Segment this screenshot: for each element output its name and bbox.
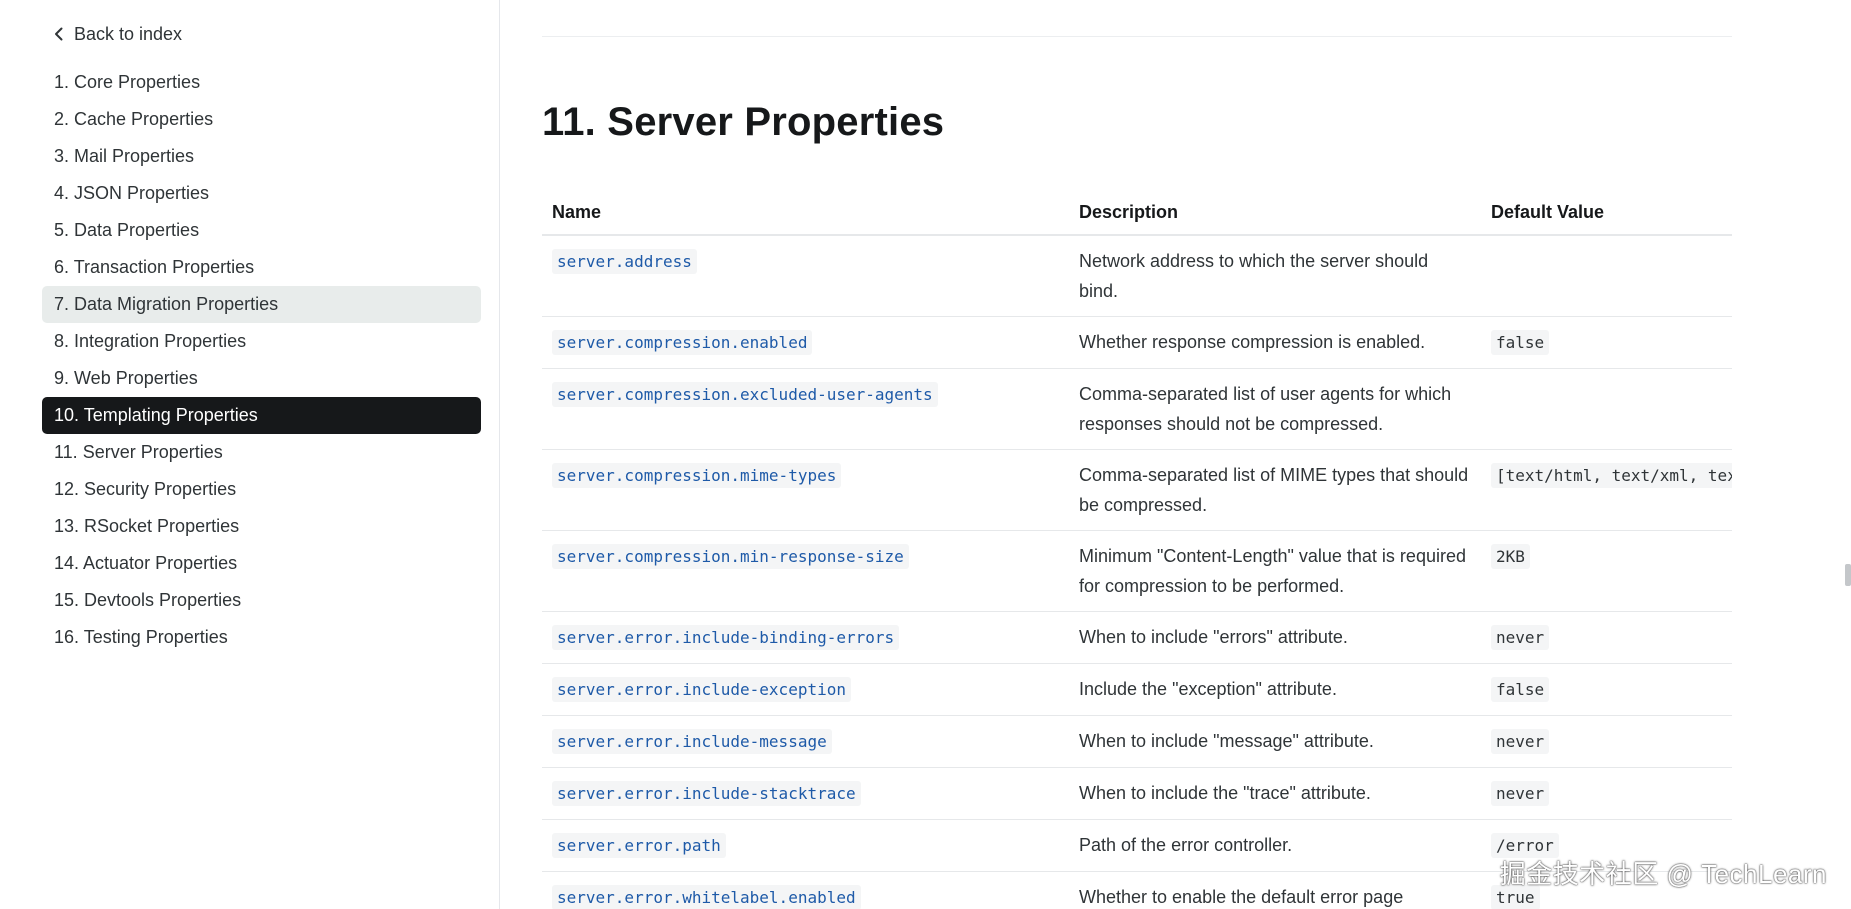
property-name-cell: server.error.include-message — [542, 715, 1069, 768]
property-description: Network address to which the server shou… — [1069, 235, 1481, 317]
property-name-link[interactable]: server.error.include-stacktrace — [552, 781, 861, 806]
table-row: server.error.include-message When to incl… — [542, 715, 1732, 768]
sidebar-item[interactable]: 11. Server Properties — [42, 434, 481, 471]
table-row: server.error.include-stacktrace When to i… — [542, 767, 1732, 820]
sidebar-item[interactable]: 4. JSON Properties — [42, 175, 481, 212]
property-name-link[interactable]: server.error.whitelabel.enabled — [552, 885, 861, 909]
table-row: server.compression.min-response-size Mini… — [542, 530, 1732, 612]
sidebar-item[interactable]: 3. Mail Properties — [42, 138, 481, 175]
sidebar-item[interactable]: 9. Web Properties — [42, 360, 481, 397]
sidebar-item[interactable]: 10. Templating Properties — [42, 397, 481, 434]
property-description: Whether to enable the default error page — [1069, 871, 1481, 909]
property-name-link[interactable]: server.error.include-message — [552, 729, 832, 754]
property-description: Minimum "Content-Length" value that is r… — [1069, 530, 1481, 612]
property-name-link[interactable]: server.compression.mime-types — [552, 463, 842, 488]
table-row: server.compression.mime-types Comma-separ… — [542, 449, 1732, 531]
header-default-value: Default Value — [1481, 190, 1732, 236]
property-default-cell: never — [1481, 715, 1732, 768]
property-name-link[interactable]: server.compression.excluded-user-agents — [552, 382, 938, 407]
property-description: Path of the error controller. — [1069, 819, 1481, 872]
sidebar-item[interactable]: 16. Testing Properties — [42, 619, 481, 656]
property-name-link[interactable]: server.error.include-exception — [552, 677, 851, 702]
divider — [542, 36, 1732, 37]
default-value: 2KB — [1491, 544, 1530, 569]
table-header-row: Name Description Default Value — [542, 190, 1732, 236]
header-name: Name — [542, 190, 1069, 236]
table-row: server.address Network address to which t… — [542, 235, 1732, 317]
default-value: false — [1491, 677, 1550, 702]
back-to-index-link[interactable]: Back to index — [54, 20, 499, 48]
property-default-cell: 2KB — [1481, 530, 1732, 612]
property-description: Comma-separated list of MIME types that … — [1069, 449, 1481, 531]
table-row: server.error.include-binding-errors When … — [542, 611, 1732, 664]
properties-table: Name Description Default Value server.ad… — [542, 190, 1732, 909]
sidebar-item[interactable]: 12. Security Properties — [42, 471, 481, 508]
table-row: server.compression.excluded-user-agents C… — [542, 368, 1732, 450]
sidebar-item[interactable]: 7. Data Migration Properties — [42, 286, 481, 323]
back-to-index-label: Back to index — [74, 23, 183, 44]
property-default-cell — [1481, 235, 1732, 317]
default-value: never — [1491, 781, 1550, 806]
scrollbar-thumb[interactable] — [1845, 564, 1851, 586]
header-description: Description — [1069, 190, 1481, 236]
property-default-cell — [1481, 368, 1732, 450]
property-description: Include the "exception" attribute. — [1069, 663, 1481, 716]
property-description: Comma-separated list of user agents for … — [1069, 368, 1481, 450]
property-name-cell: server.compression.min-response-size — [542, 530, 1069, 612]
main-content: 11. Server Properties Name Description D… — [542, 0, 1732, 909]
property-name-cell: server.compression.mime-types — [542, 449, 1069, 531]
default-value: false — [1491, 330, 1550, 355]
property-name-cell: server.error.include-binding-errors — [542, 611, 1069, 664]
property-default-cell: never — [1481, 611, 1732, 664]
default-value: [text/html, text/xml, text/ — [1491, 463, 1732, 488]
sidebar: Back to index 1. Core Properties 2. Cache… — [0, 0, 500, 909]
sidebar-item[interactable]: 6. Transaction Properties — [42, 249, 481, 286]
property-description: Whether response compression is enabled. — [1069, 316, 1481, 369]
property-name-link[interactable]: server.compression.enabled — [552, 330, 813, 355]
property-description: When to include "message" attribute. — [1069, 715, 1481, 768]
sidebar-item[interactable]: 1. Core Properties — [42, 64, 481, 101]
property-name-link[interactable]: server.error.path — [552, 833, 726, 858]
property-description: When to include "errors" attribute. — [1069, 611, 1481, 664]
property-default-cell: false — [1481, 316, 1732, 369]
page-title: 11. Server Properties — [542, 100, 945, 144]
property-name-cell: server.compression.excluded-user-agents — [542, 368, 1069, 450]
property-default-cell: [text/html, text/xml, text/ — [1481, 449, 1732, 531]
property-name-cell: server.error.path — [542, 819, 1069, 872]
property-default-cell: never — [1481, 767, 1732, 820]
property-name-link[interactable]: server.compression.min-response-size — [552, 544, 909, 569]
default-value: never — [1491, 625, 1550, 650]
property-name-link[interactable]: server.error.include-binding-errors — [552, 625, 900, 650]
property-name-cell: server.address — [542, 235, 1069, 317]
table-row: server.error.include-exception Include th… — [542, 663, 1732, 716]
sidebar-item[interactable]: 8. Integration Properties — [42, 323, 481, 360]
property-name-cell: server.compression.enabled — [542, 316, 1069, 369]
property-name-cell: server.error.include-exception — [542, 663, 1069, 716]
property-name-cell: server.error.whitelabel.enabled — [542, 871, 1069, 909]
sidebar-item[interactable]: 13. RSocket Properties — [42, 508, 481, 545]
default-value: never — [1491, 729, 1550, 754]
sidebar-item[interactable]: 15. Devtools Properties — [42, 582, 481, 619]
property-name-link[interactable]: server.address — [552, 249, 697, 274]
watermark: 掘金技术社区 @ TechLearn — [1499, 859, 1827, 889]
sidebar-nav: 1. Core Properties 2. Cache Properties 3. … — [0, 64, 499, 656]
property-description: When to include the "trace" attribute. — [1069, 767, 1481, 820]
property-name-cell: server.error.include-stacktrace — [542, 767, 1069, 820]
sidebar-item[interactable]: 5. Data Properties — [42, 212, 481, 249]
property-default-cell: false — [1481, 663, 1732, 716]
table-row: server.compression.enabled Whether respon… — [542, 316, 1732, 369]
chevron-left-icon — [55, 27, 63, 41]
sidebar-item[interactable]: 2. Cache Properties — [42, 101, 481, 138]
sidebar-item[interactable]: 14. Actuator Properties — [42, 545, 481, 582]
